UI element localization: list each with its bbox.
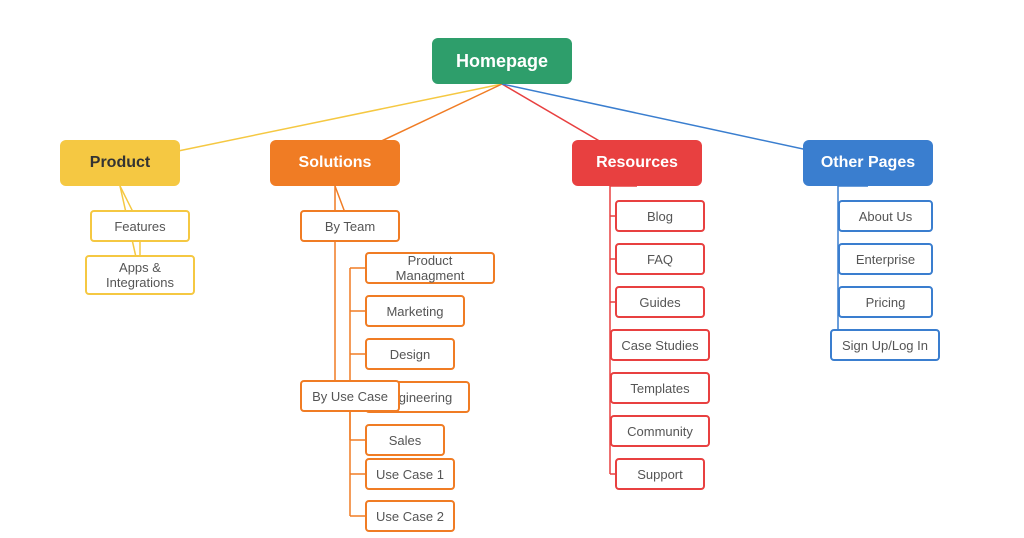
features-label: Features: [114, 219, 165, 234]
apps-label: Apps & Integrations: [95, 260, 185, 290]
signup-node: Sign Up/Log In: [830, 329, 940, 361]
design-label: Design: [390, 347, 430, 362]
marketing-node: Marketing: [365, 295, 465, 327]
resources-label: Resources: [596, 154, 678, 172]
casestudies-node: Case Studies: [610, 329, 710, 361]
support-node: Support: [615, 458, 705, 490]
enterprise-node: Enterprise: [838, 243, 933, 275]
sales-node: Sales: [365, 424, 445, 456]
usecase1-label: Use Case 1: [376, 467, 444, 482]
guides-label: Guides: [639, 295, 680, 310]
casestudies-label: Case Studies: [621, 338, 698, 353]
templates-node: Templates: [610, 372, 710, 404]
blog-node: Blog: [615, 200, 705, 232]
faq-node: FAQ: [615, 243, 705, 275]
prodmgmt-label: Product Managment: [375, 253, 485, 283]
aboutus-label: About Us: [859, 209, 912, 224]
product-node: Product: [60, 140, 180, 186]
community-label: Community: [627, 424, 693, 439]
homepage-label: Homepage: [456, 51, 548, 72]
otherpages-node: Other Pages: [803, 140, 933, 186]
apps-node: Apps & Integrations: [85, 255, 195, 295]
solutions-label: Solutions: [299, 154, 372, 172]
features-node: Features: [90, 210, 190, 242]
sales-label: Sales: [389, 433, 422, 448]
pricing-label: Pricing: [866, 295, 906, 310]
support-label: Support: [637, 467, 683, 482]
sitemap-diagram: Homepage Product Features Apps & Integra…: [0, 0, 1024, 538]
guides-node: Guides: [615, 286, 705, 318]
templates-label: Templates: [630, 381, 689, 396]
signup-label: Sign Up/Log In: [842, 338, 928, 353]
community-node: Community: [610, 415, 710, 447]
solutions-node: Solutions: [270, 140, 400, 186]
prodmgmt-node: Product Managment: [365, 252, 495, 284]
usecase2-node: Use Case 2: [365, 500, 455, 532]
pricing-node: Pricing: [838, 286, 933, 318]
enterprise-label: Enterprise: [856, 252, 915, 267]
faq-label: FAQ: [647, 252, 673, 267]
usecase2-label: Use Case 2: [376, 509, 444, 524]
product-label: Product: [90, 154, 150, 172]
byteam-label: By Team: [325, 219, 375, 234]
byusecase-node: By Use Case: [300, 380, 400, 412]
aboutus-node: About Us: [838, 200, 933, 232]
otherpages-label: Other Pages: [821, 154, 915, 172]
byusecase-label: By Use Case: [312, 389, 388, 404]
blog-label: Blog: [647, 209, 673, 224]
design-node: Design: [365, 338, 455, 370]
usecase1-node: Use Case 1: [365, 458, 455, 490]
byteam-node: By Team: [300, 210, 400, 242]
marketing-label: Marketing: [386, 304, 443, 319]
resources-node: Resources: [572, 140, 702, 186]
homepage-node: Homepage: [432, 38, 572, 84]
